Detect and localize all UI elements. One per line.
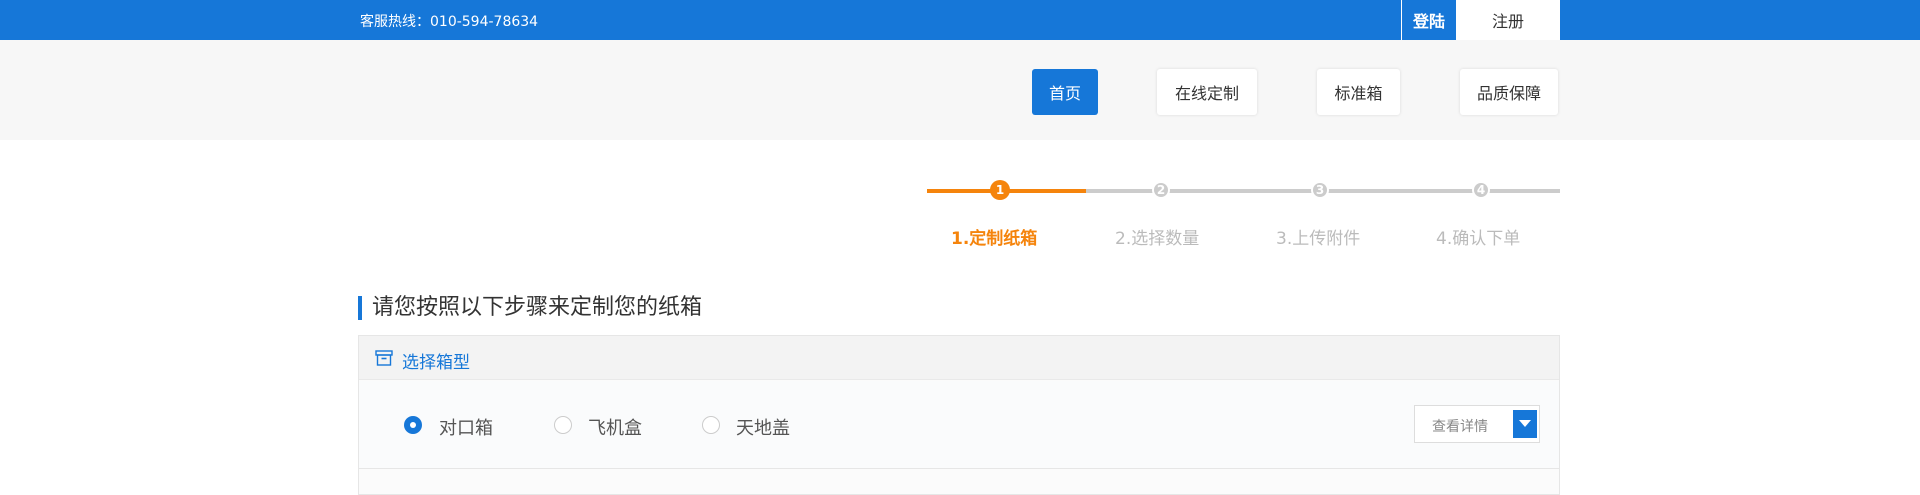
view-details-label: 查看详情 [1432, 419, 1488, 435]
nav-home[interactable]: 首页 [1032, 69, 1098, 115]
step-3-dot: 3 [1311, 181, 1329, 199]
step-1-label: 1.定制纸箱 [951, 229, 1038, 249]
nav-custom[interactable]: 在线定制 [1157, 69, 1257, 115]
step-3-label: 3.上传附件 [1276, 229, 1361, 249]
chevron-down-icon [1519, 420, 1531, 427]
top-bar [0, 0, 1920, 40]
nav-standard-box[interactable]: 标准箱 [1317, 69, 1400, 115]
register-link[interactable]: 注册 [1456, 0, 1560, 40]
option-label-feiji[interactable]: 飞机盒 [588, 414, 642, 440]
radio-tiandi[interactable] [702, 416, 720, 434]
radio-feiji[interactable] [554, 416, 572, 434]
box-type-panel: 选择箱型 对口箱 飞机盒 天地盖 查看详情 [358, 335, 1560, 495]
section-title: 请您按照以下步骤来定制您的纸箱 [358, 296, 702, 320]
box-type-options: 对口箱 飞机盒 天地盖 查看详情 [359, 381, 1559, 469]
panel-header: 选择箱型 [359, 336, 1559, 380]
option-label-tiandi[interactable]: 天地盖 [736, 414, 790, 440]
step-2-dot: 2 [1152, 181, 1170, 199]
step-4-label: 4.确认下单 [1436, 229, 1521, 249]
step-2-label: 2.选择数量 [1115, 229, 1200, 249]
step-1-dot: 1 [990, 180, 1010, 200]
login-link[interactable]: 登陆 [1401, 0, 1456, 40]
panel-header-label: 选择箱型 [402, 353, 470, 373]
step-4-dot: 4 [1472, 181, 1490, 199]
box-icon [375, 350, 393, 370]
hotline-text: 客服热线：010-594-78634 [360, 14, 539, 30]
view-details-dropdown[interactable]: 查看详情 [1414, 405, 1540, 443]
nav-quality[interactable]: 品质保障 [1460, 69, 1558, 115]
nav-band [0, 40, 1920, 140]
dropdown-button[interactable] [1513, 410, 1537, 438]
radio-duikou[interactable] [404, 416, 422, 434]
option-label-duikou[interactable]: 对口箱 [439, 414, 493, 440]
